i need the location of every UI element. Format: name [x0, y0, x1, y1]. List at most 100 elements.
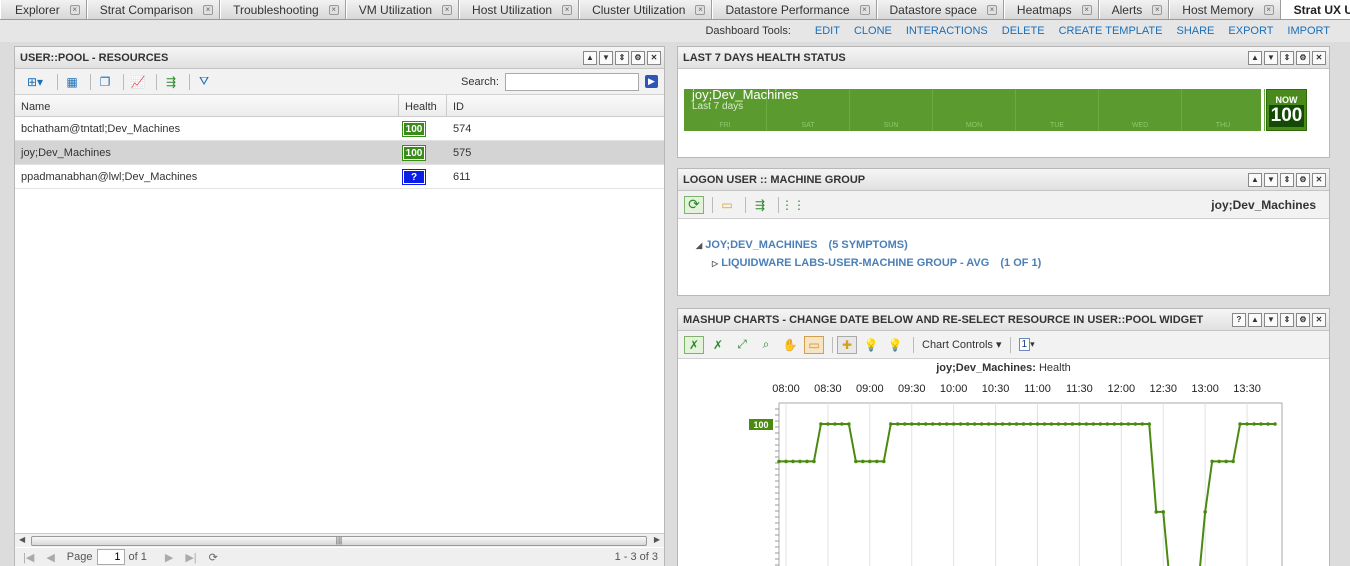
tab-vm-utilization[interactable]: VM Utilization × — [345, 0, 460, 19]
tab-close-icon[interactable]: × — [442, 4, 453, 15]
close-icon[interactable]: ✕ — [1312, 313, 1326, 327]
move-up-icon[interactable]: ▲ — [1248, 51, 1262, 65]
close-icon[interactable]: ✕ — [647, 51, 661, 65]
comment-icon[interactable]: ▭ — [717, 196, 737, 214]
tool-link-export[interactable]: EXPORT — [1228, 25, 1273, 37]
copy-icon[interactable]: ❐ — [95, 73, 115, 91]
tool-link-clone[interactable]: CLONE — [854, 25, 892, 37]
prev-page-icon[interactable]: ◀ — [46, 551, 54, 564]
close-icon[interactable]: ✕ — [1312, 51, 1326, 65]
health-line-chart[interactable]: 08:00 08:30 09:00 09:30 10:00 10:30 11:00 11:30… — [678, 377, 1329, 566]
maximize-icon[interactable]: ⇕ — [1280, 173, 1294, 187]
hierarchy-icon[interactable]: ⊞▾ — [21, 73, 49, 91]
tab-close-icon[interactable]: × — [859, 4, 870, 15]
horizontal-scrollbar[interactable]: ◀ ||| ▶ — [15, 533, 664, 547]
tab-close-icon[interactable]: × — [695, 4, 706, 15]
tab-close-icon[interactable]: × — [328, 4, 339, 15]
move-down-icon[interactable]: ▼ — [599, 51, 613, 65]
tab-host-utilization[interactable]: Host Utilization × — [459, 0, 580, 19]
add-chart-icon[interactable]: ✚ — [837, 335, 857, 354]
table-row[interactable]: joy;Dev_Machines 100 575 — [15, 141, 664, 165]
tab-close-icon[interactable]: × — [986, 4, 997, 15]
tool-link-edit[interactable]: EDIT — [815, 25, 840, 37]
axis-icon[interactable]: ✗ — [708, 336, 728, 354]
settings-icon[interactable]: ⚙ — [631, 51, 645, 65]
col-id-header[interactable]: ID — [447, 95, 664, 116]
settings-icon[interactable]: ⚙ — [1296, 173, 1310, 187]
tab-close-icon[interactable]: × — [69, 4, 80, 15]
scroll-left-icon[interactable]: ◀ — [19, 535, 25, 544]
tab-close-icon[interactable]: × — [1263, 4, 1274, 15]
help-icon[interactable]: ? — [1232, 313, 1246, 327]
tab-strat-ux-user-pool[interactable]: Strat UX User :: Pool× — [1280, 0, 1350, 19]
search-input[interactable] — [505, 73, 639, 91]
tool-link-delete[interactable]: DELETE — [1002, 25, 1045, 37]
bulb-on-icon[interactable]: 💡 — [861, 336, 881, 354]
move-up-icon[interactable]: ▲ — [1248, 173, 1262, 187]
move-up-icon[interactable]: ▲ — [1248, 313, 1262, 327]
tab-troubleshooting[interactable]: Troubleshooting × — [220, 0, 346, 19]
zoom-icon[interactable]: ⌕ — [756, 336, 776, 354]
settings-icon[interactable]: ⚙ — [1296, 313, 1310, 327]
tab-explorer[interactable]: Explorer × — [0, 0, 87, 19]
tab-close-icon[interactable]: × — [1081, 4, 1092, 15]
tab-strat-comparison[interactable]: Strat Comparison × — [86, 0, 221, 19]
calendar-dropdown-icon[interactable]: ▾ — [1030, 339, 1035, 350]
last-page-icon[interactable]: ▶| — [185, 551, 196, 564]
excel-export-icon[interactable]: ✗ — [684, 335, 704, 354]
maximize-icon[interactable]: ⇕ — [1280, 313, 1294, 327]
collapse-icon[interactable]: ◢ — [696, 241, 702, 250]
scroll-right-icon[interactable]: ▶ — [654, 535, 660, 544]
tab-cluster-utilization[interactable]: Cluster Utilization × — [579, 0, 713, 19]
refresh-icon[interactable]: ⟳ — [209, 551, 218, 564]
bulb-off-icon[interactable]: 💡 — [885, 336, 905, 354]
maximize-icon[interactable]: ⇕ — [615, 51, 629, 65]
data-point — [868, 459, 872, 464]
calendar-icon[interactable]: 1 — [1018, 338, 1031, 351]
tab-datastore-performance[interactable]: Datastore Performance × — [712, 0, 877, 19]
comment-icon[interactable]: ▭ — [804, 335, 824, 354]
maximize-icon[interactable]: ⇕ — [1280, 51, 1294, 65]
refresh-icon[interactable]: ⟳ — [684, 195, 704, 214]
tab-heatmaps[interactable]: Heatmaps × — [1003, 0, 1099, 19]
search-go-icon[interactable]: ▶ — [645, 75, 658, 88]
tool-link-interactions[interactable]: INTERACTIONS — [906, 25, 988, 37]
close-icon[interactable]: ✕ — [1312, 173, 1326, 187]
first-page-icon[interactable]: |◀ — [23, 551, 34, 564]
settings-icon[interactable]: ⚙ — [1296, 51, 1310, 65]
tree-child[interactable]: ▷ LIQUIDWARE LABS-USER-MACHINE GROUP - A… — [712, 257, 1041, 269]
refresh-grid-icon[interactable]: ▦ — [62, 73, 82, 91]
export-icon[interactable]: ⇶ — [161, 73, 181, 91]
tool-link-create-template[interactable]: CREATE TEMPLATE — [1059, 25, 1163, 37]
table-row[interactable]: bchatham@tntatl;Dev_Machines 100 574 — [15, 117, 664, 141]
move-down-icon[interactable]: ▼ — [1264, 51, 1278, 65]
move-down-icon[interactable]: ▼ — [1264, 173, 1278, 187]
tool-link-share[interactable]: SHARE — [1176, 25, 1214, 37]
page-input[interactable] — [96, 549, 125, 565]
filter-icon[interactable]: ⛛ — [194, 73, 214, 91]
tab-host-memory[interactable]: Host Memory × — [1169, 0, 1281, 19]
scroll-thumb[interactable]: ||| — [31, 536, 647, 546]
col-name-header[interactable]: Name — [15, 95, 399, 116]
move-up-icon[interactable]: ▲ — [583, 51, 597, 65]
export-icon[interactable]: ⇶ — [750, 196, 770, 214]
table-row[interactable]: ppadmanabhan@lwl;Dev_Machines? 611 — [15, 165, 664, 189]
tab-close-icon[interactable]: × — [1152, 4, 1163, 15]
tab-close-icon[interactable]: × — [203, 4, 214, 15]
next-page-icon[interactable]: ▶ — [165, 551, 173, 564]
tree-expand-icon[interactable]: ⋮⋮ — [781, 196, 805, 214]
tool-link-import[interactable]: IMPORT — [1287, 25, 1330, 37]
tab-close-icon[interactable]: × — [562, 4, 573, 15]
expand-icon[interactable]: ▷ — [712, 259, 718, 268]
fit-icon[interactable]: ⤢ — [732, 336, 752, 354]
col-health-header[interactable]: Health — [399, 95, 447, 116]
tab-datastore-space[interactable]: Datastore space × — [876, 0, 1004, 19]
tree-child-count: (1 OF 1) — [1000, 257, 1042, 269]
tree-root[interactable]: ◢ JOY;DEV_MACHINES (5 SYMPTOMS) — [696, 239, 908, 251]
tab-alerts[interactable]: Alerts × — [1098, 0, 1170, 19]
chart-icon[interactable]: 📈 — [128, 73, 148, 91]
chart-controls-menu[interactable]: Chart Controls ▾ — [922, 338, 1002, 351]
data-point — [784, 459, 788, 464]
move-down-icon[interactable]: ▼ — [1264, 313, 1278, 327]
pan-icon[interactable]: ✋ — [780, 336, 800, 354]
